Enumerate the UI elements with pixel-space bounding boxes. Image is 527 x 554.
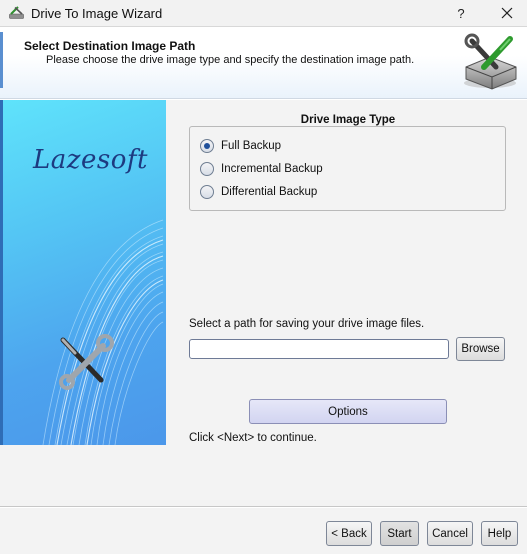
- continue-hint: Click <Next> to continue.: [189, 432, 317, 444]
- banner-swoosh: [42, 219, 164, 445]
- path-label: Select a path for saving your drive imag…: [189, 318, 425, 330]
- browse-button[interactable]: Browse: [456, 337, 505, 361]
- page-subtitle: Please choose the drive image type and s…: [46, 54, 415, 66]
- radio-button[interactable]: [200, 162, 214, 176]
- side-banner: Lazesoft: [3, 100, 166, 445]
- title-help-button[interactable]: ?: [447, 0, 475, 26]
- start-button[interactable]: Start: [380, 521, 419, 546]
- close-icon: [501, 7, 513, 19]
- wizard-header: Select Destination Image Path Please cho…: [0, 26, 527, 99]
- radio-label: Differential Backup: [221, 186, 318, 198]
- footer-divider: [0, 506, 527, 508]
- back-button[interactable]: < Back: [326, 521, 372, 546]
- help-button[interactable]: Help: [481, 521, 518, 546]
- page-title: Select Destination Image Path: [24, 39, 196, 53]
- destination-path-input[interactable]: [189, 339, 449, 359]
- title-bar: Drive To Image Wizard ?: [0, 0, 527, 26]
- radio-label: Full Backup: [221, 140, 282, 152]
- options-button[interactable]: Options: [249, 399, 447, 424]
- lazesoft-tools-icon: [9, 6, 24, 19]
- header-accent: [0, 32, 3, 88]
- radio-label: Incremental Backup: [221, 163, 323, 175]
- drive-image-type-title: Drive Image Type: [300, 114, 396, 126]
- wrench-screwdriver-icon: [59, 334, 114, 390]
- radio-differential-backup[interactable]: Differential Backup: [200, 184, 317, 200]
- radio-button-checked[interactable]: [200, 139, 214, 153]
- radio-button[interactable]: [200, 185, 214, 199]
- close-button[interactable]: [493, 0, 521, 26]
- radio-full-backup[interactable]: Full Backup: [200, 138, 281, 154]
- cancel-button[interactable]: Cancel: [427, 521, 473, 546]
- window-title: Drive To Image Wizard: [31, 6, 163, 21]
- radio-incremental-backup[interactable]: Incremental Backup: [200, 161, 323, 177]
- drive-tools-icon: [464, 33, 517, 90]
